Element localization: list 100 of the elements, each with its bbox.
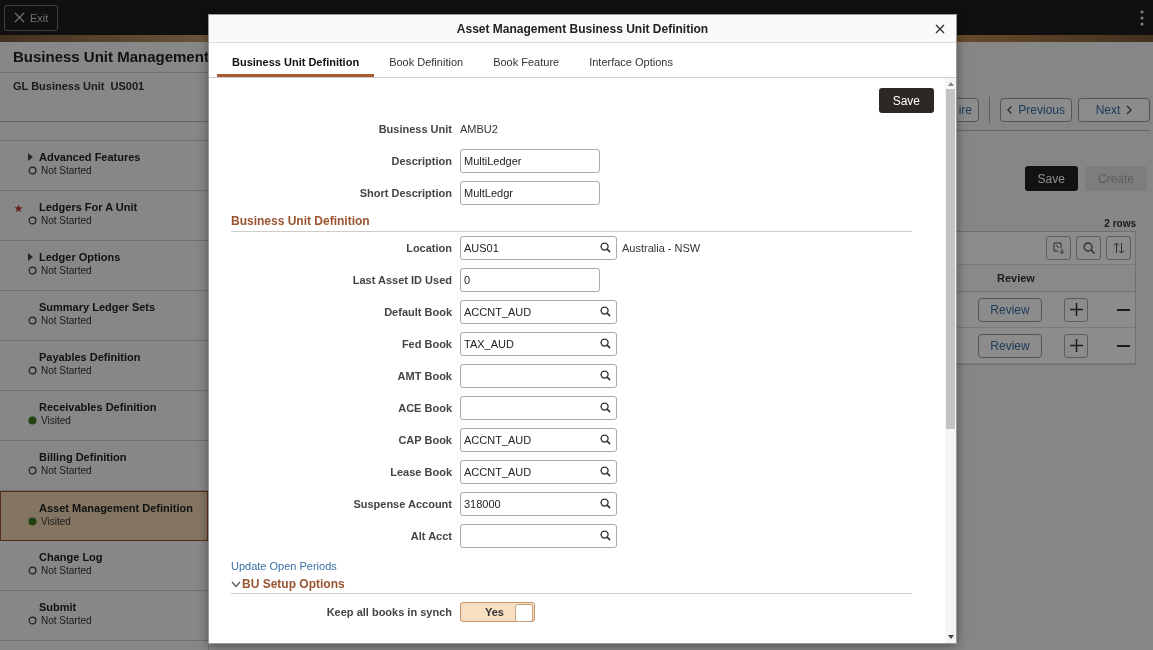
- lookup-field[interactable]: [460, 396, 617, 420]
- search-icon[interactable]: [600, 498, 611, 509]
- field-label: Short Description: [358, 187, 452, 199]
- search-icon[interactable]: [600, 530, 611, 541]
- caret-icon[interactable]: [28, 253, 33, 261]
- add-row-button[interactable]: [1064, 297, 1088, 322]
- field-label: Business Unit: [377, 123, 452, 135]
- save-button[interactable]: Save: [878, 88, 934, 113]
- field-label: ACE Book: [397, 402, 452, 414]
- search-icon[interactable]: [600, 402, 611, 413]
- sort-button[interactable]: [1106, 236, 1131, 260]
- step-status: Not Started: [41, 215, 92, 226]
- step-status: Not Started: [41, 365, 92, 376]
- search-icon[interactable]: [600, 434, 611, 445]
- lookup-field[interactable]: 318000: [460, 492, 617, 516]
- review-button[interactable]: Review: [978, 333, 1042, 358]
- step-title: Submit: [39, 601, 77, 613]
- close-icon: [14, 12, 25, 23]
- step-title: Advanced Features: [39, 151, 141, 163]
- field-label: Keep all books in synch: [325, 606, 452, 618]
- review-button[interactable]: Review: [978, 297, 1042, 322]
- context-label: GL Business Unit: [13, 80, 105, 94]
- step-status: Not Started: [41, 465, 92, 476]
- caret-icon[interactable]: [28, 153, 33, 161]
- export-icon: [1052, 242, 1065, 254]
- step-status: Not Started: [41, 165, 92, 176]
- scroll-up-icon[interactable]: [947, 82, 954, 86]
- field-label: CAP Book: [397, 434, 452, 446]
- text-field[interactable]: MultLedgr: [460, 181, 600, 205]
- lookup-field[interactable]: [460, 524, 617, 548]
- field-label: Lease Book: [389, 466, 452, 478]
- field-label: Suspense Account: [352, 498, 452, 510]
- field-label: Description: [390, 155, 452, 167]
- step-status: Not Started: [41, 315, 92, 326]
- row-count: 2 rows: [1104, 218, 1136, 229]
- next-button[interactable]: Next: [1078, 98, 1150, 122]
- search-button[interactable]: [1076, 236, 1101, 260]
- step-title: Payables Definition: [39, 351, 141, 363]
- section-heading: Business Unit Definition: [231, 209, 912, 232]
- update-open-periods-link[interactable]: Update Open Periods: [231, 560, 337, 572]
- scroll-down-icon[interactable]: [947, 635, 954, 639]
- step-title: Ledger Options: [39, 251, 121, 263]
- section-heading[interactable]: BU Setup Options: [231, 572, 912, 594]
- step-status: Visited: [41, 516, 71, 527]
- field-label: Default Book: [383, 306, 452, 318]
- required-star-icon: [14, 204, 23, 213]
- search-icon[interactable]: [600, 466, 611, 477]
- step-item[interactable]: Asset Management Definition Visited: [0, 491, 208, 541]
- lookup-field[interactable]: AUS01: [460, 236, 617, 260]
- tab[interactable]: Book Definition: [374, 43, 479, 77]
- lookup-field[interactable]: TAX_AUD: [460, 332, 617, 356]
- tab[interactable]: Interface Options: [574, 43, 688, 77]
- plus-icon: [1069, 303, 1083, 316]
- previous-button[interactable]: Previous: [1000, 98, 1072, 122]
- step-title: Summary Ledger Sets: [39, 301, 156, 313]
- step-title: Ledgers For A Unit: [39, 201, 138, 213]
- field-value: AMBU2: [460, 123, 498, 135]
- tab[interactable]: Book Feature: [478, 43, 575, 77]
- action-button[interactable]: Save: [1024, 166, 1078, 191]
- context-value: US001: [110, 80, 145, 94]
- chevron-left-icon: [1007, 105, 1013, 115]
- column-header: Review: [997, 272, 1035, 284]
- plus-icon: [1069, 339, 1083, 352]
- field-label: Last Asset ID Used: [351, 274, 452, 286]
- step-title: Billing Definition: [39, 451, 127, 463]
- search-icon: [1082, 242, 1095, 254]
- field-label: Fed Book: [400, 338, 452, 350]
- search-icon[interactable]: [600, 338, 611, 349]
- lookup-field[interactable]: ACCNT_AUD: [460, 460, 617, 484]
- search-icon[interactable]: [600, 242, 611, 253]
- step-status: Not Started: [41, 565, 92, 576]
- field-label: AMT Book: [396, 370, 452, 382]
- text-field[interactable]: MultiLedger: [460, 149, 600, 173]
- scrollbar[interactable]: [945, 78, 956, 643]
- toggle-switch[interactable]: Yes: [460, 602, 535, 622]
- field-label: Location: [405, 242, 452, 254]
- step-status: Not Started: [41, 615, 92, 626]
- delete-row-icon[interactable]: [1117, 308, 1130, 311]
- search-icon[interactable]: [600, 370, 611, 381]
- lookup-field[interactable]: ACCNT_AUD: [460, 428, 617, 452]
- step-title: Asset Management Definition: [39, 502, 194, 514]
- step-status: Not Started: [41, 265, 92, 276]
- lookup-field[interactable]: ACCNT_AUD: [460, 300, 617, 324]
- exit-button[interactable]: Exit: [4, 4, 59, 31]
- close-icon[interactable]: [935, 24, 945, 34]
- field-description: Australia - NSW: [622, 242, 701, 254]
- delete-row-icon[interactable]: [1117, 344, 1130, 347]
- search-icon[interactable]: [600, 306, 611, 317]
- text-field[interactable]: 0: [460, 268, 600, 292]
- add-row-button[interactable]: [1064, 333, 1088, 358]
- sort-icon: [1112, 242, 1125, 254]
- step-title: Receivables Definition: [39, 401, 157, 413]
- modal-title: Asset Management Business Unit Definition: [456, 21, 709, 36]
- step-title: Change Log: [39, 551, 103, 563]
- step-status: Visited: [41, 415, 71, 426]
- field-label: Alt Acct: [409, 530, 452, 542]
- chevron-right-icon: [1126, 105, 1133, 115]
- more-options-icon[interactable]: [1140, 9, 1144, 26]
- tab[interactable]: Business Unit Definition: [217, 43, 375, 77]
- lookup-field[interactable]: [460, 364, 617, 388]
